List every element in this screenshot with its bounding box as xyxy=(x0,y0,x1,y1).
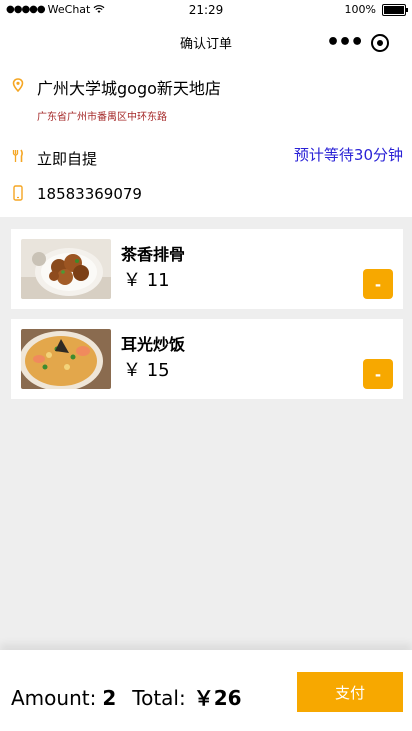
phone-number[interactable]: 18583369079 xyxy=(37,185,142,203)
pay-button[interactable]: 支付 xyxy=(297,672,403,712)
nav-bar: 确认订单 ••• xyxy=(0,22,412,64)
order-summary: Amount: 2 Total: ￥26 xyxy=(11,682,242,711)
dish-name: 耳光炒饭 xyxy=(121,335,186,354)
remove-item-button[interactable]: - xyxy=(363,269,393,299)
dish-price: ￥ 15 xyxy=(123,360,170,381)
battery-icon xyxy=(382,3,408,16)
fork-knife-icon xyxy=(12,149,23,162)
store-name: 广州大学城gogo新天地店 xyxy=(37,79,221,98)
total-value: ￥26 xyxy=(193,686,242,710)
order-item-card: 耳光炒饭 ￥ 15 - xyxy=(11,319,403,399)
dish-name: 茶香排骨 xyxy=(121,245,186,264)
status-bar: ●●●●● WeChat 21:29 100% xyxy=(0,0,412,22)
checkout-footer: Amount: 2 Total: ￥26 支付 xyxy=(0,650,412,731)
pickup-option-label[interactable]: 立即自提 xyxy=(37,148,97,169)
order-info-panel: 广州大学城gogo新天地店 广东省广州市番禺区中环东路 立即自提 预计等待30分… xyxy=(0,64,412,217)
dish-image-fried-rice xyxy=(21,329,111,389)
battery-percent: 100% xyxy=(344,3,376,16)
dish-price: ￥ 11 xyxy=(123,270,170,291)
dish-image-tea-ribs xyxy=(21,239,111,299)
store-address: 广东省广州市番禺区中环东路 xyxy=(37,112,167,123)
order-item-card: 茶香排骨 ￥ 11 - xyxy=(11,229,403,309)
location-pin-icon xyxy=(12,78,24,92)
total-label: Total: xyxy=(132,686,186,710)
amount-value: 2 xyxy=(102,686,117,710)
estimated-wait-time: 预计等待30分钟 xyxy=(293,146,403,164)
remove-item-button[interactable]: - xyxy=(363,359,393,389)
close-miniprogram-button[interactable] xyxy=(371,34,389,52)
phone-icon xyxy=(13,185,23,201)
amount-label: Amount: xyxy=(11,686,97,710)
more-menu-button[interactable]: ••• xyxy=(326,32,364,54)
status-right: 100% xyxy=(344,3,408,16)
